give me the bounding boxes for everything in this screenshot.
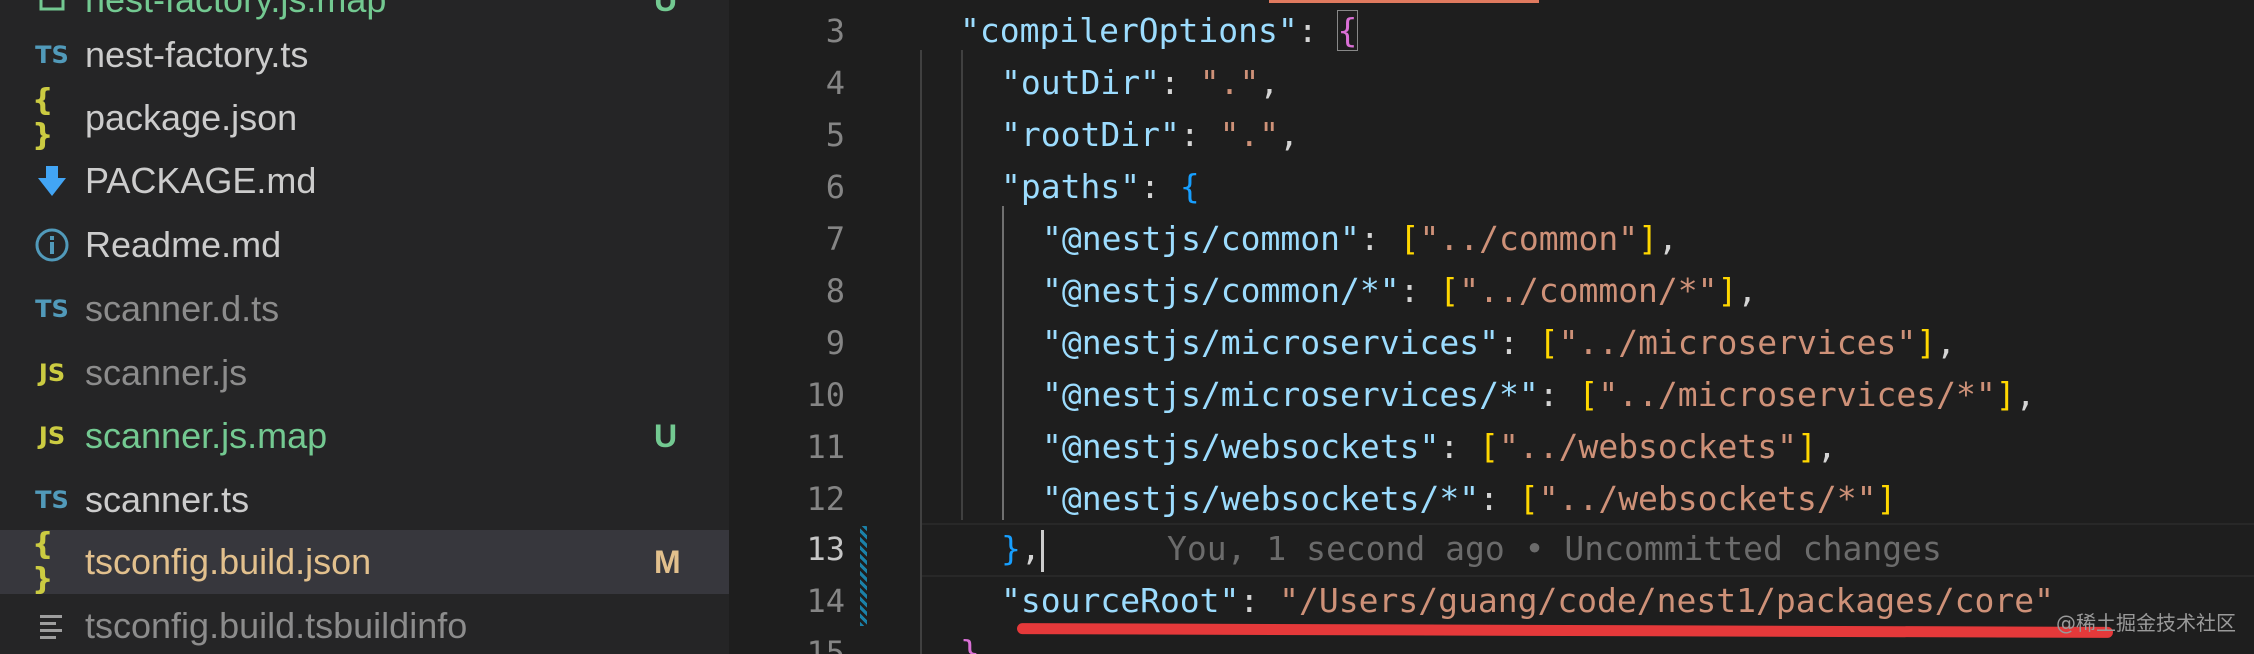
git-status-badge: M — [654, 544, 681, 580]
git-blame-annotation: You, 1 second ago • Uncommitted changes — [1167, 529, 1942, 568]
code-line-10: "@nestjs/microservices/*": ["../microser… — [1042, 375, 2036, 414]
code-line-5: "rootDir": ".", — [1001, 115, 1300, 154]
code-line-3: "compilerOptions": { — [960, 10, 1359, 51]
file-item-tsconfig-build-json[interactable]: { } tsconfig.build.json M — [0, 527, 729, 597]
code-line-14: "sourceRoot": "/Users/guang/code/nest1/p… — [1001, 581, 2055, 620]
line-number: 8 — [825, 272, 845, 310]
file-item-scanner-ts[interactable]: TS scanner.ts — [0, 468, 729, 532]
indent-guide — [920, 50, 922, 654]
code-editor[interactable]: 3 4 5 6 7 8 9 10 11 12 13 14 15 "compile… — [729, 0, 2254, 654]
info-icon — [32, 225, 72, 265]
line-number: 3 — [825, 12, 845, 50]
file-name: scanner.js.map — [85, 415, 328, 456]
file-name: PACKAGE.md — [85, 160, 317, 201]
code-line-4: "outDir": ".", — [1001, 63, 1280, 102]
js-icon: JS — [38, 359, 66, 387]
code-line-8: "@nestjs/common/*": ["../common/*"], — [1042, 271, 1758, 310]
indent-guide — [961, 50, 963, 520]
line-number: 11 — [806, 428, 845, 466]
line-number: 14 — [806, 582, 845, 620]
js-icon: JS — [38, 422, 66, 450]
file-name: Readme.md — [85, 224, 282, 265]
file-name: package.json — [85, 97, 298, 138]
file-item-scanner-js[interactable]: JS scanner.js — [0, 341, 729, 405]
indent-guide-active — [1002, 206, 1004, 520]
file-name: tsconfig.build.json — [85, 541, 372, 582]
line-number: 7 — [825, 220, 845, 258]
line-number: 9 — [825, 324, 845, 362]
file-item-scanner-js-map[interactable]: JS scanner.js.map U — [0, 404, 729, 468]
file-name: nest-factory.ts — [85, 34, 309, 75]
line-number: 10 — [806, 376, 845, 414]
modified-gutter-indicator — [860, 526, 867, 626]
git-status-badge: U — [654, 418, 678, 454]
line-number: 6 — [825, 168, 845, 206]
file-name: scanner.d.ts — [85, 288, 280, 329]
explorer-sidebar: nest-factory.js.map U TS nest-factory.ts… — [0, 0, 729, 654]
file-name: scanner.ts — [85, 479, 250, 520]
text-cursor — [1040, 529, 1044, 572]
file-name: tsconfig.build.tsbuildinfo — [85, 605, 468, 646]
map-icon — [32, 0, 72, 20]
line-number-active: 13 — [806, 530, 845, 568]
file-item-tsconfig-build-tsbuildinfo[interactable]: tsconfig.build.tsbuildinfo — [0, 594, 729, 654]
file-name: scanner.js — [85, 352, 248, 393]
file-item-scanner-d-ts[interactable]: TS scanner.d.ts — [0, 277, 729, 341]
line-number: 4 — [825, 64, 845, 102]
json-icon: { } — [32, 527, 54, 597]
code-line-7: "@nestjs/common": ["../common"], — [1042, 219, 1678, 258]
code-line-6: "paths": { — [1001, 167, 1200, 206]
file-item-package-md[interactable]: PACKAGE.md — [0, 149, 729, 213]
code-line-9: "@nestjs/microservices": ["../microservi… — [1042, 323, 1956, 362]
code-line-12: "@nestjs/websockets/*": ["../websockets/… — [1042, 479, 1897, 518]
code-line-11: "@nestjs/websockets": ["../websockets"], — [1042, 427, 1837, 466]
markdown-download-icon — [32, 161, 72, 201]
watermark: @稀土掘金技术社区 — [2056, 611, 2236, 635]
code-line-13: }, — [1001, 523, 1044, 575]
ts-icon: TS — [35, 41, 69, 69]
line-number: 15 — [806, 634, 845, 654]
file-item-nest-factory-ts[interactable]: TS nest-factory.ts — [0, 23, 729, 87]
json-icon: { } — [32, 83, 54, 153]
line-number: 5 — [825, 116, 845, 154]
file-item-package-json[interactable]: { } package.json — [0, 83, 729, 153]
tab-accent — [1269, 0, 1539, 3]
code-line-15: } — [960, 633, 980, 654]
file-item-readme-md[interactable]: Readme.md — [0, 213, 729, 277]
line-number: 12 — [806, 480, 845, 518]
ts-icon: TS — [35, 486, 69, 514]
ts-icon: TS — [35, 295, 69, 323]
lines-icon — [32, 606, 72, 646]
